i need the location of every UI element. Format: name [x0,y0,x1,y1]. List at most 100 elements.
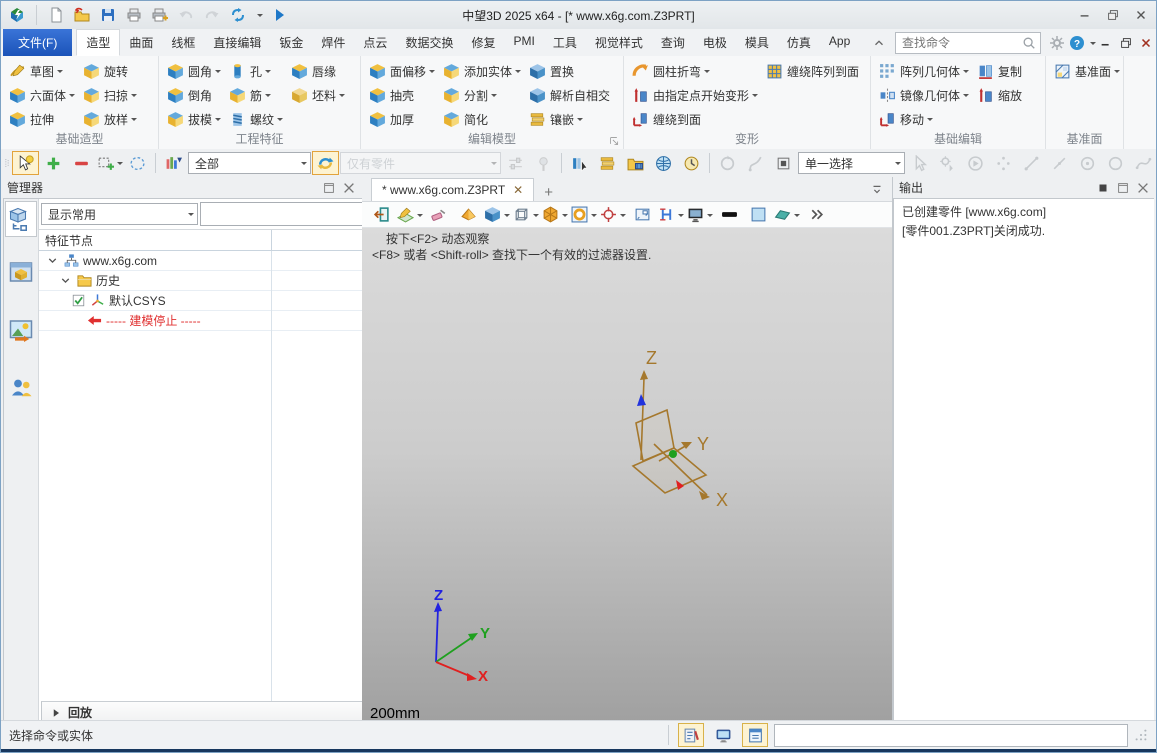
menu-tab-线框[interactable]: 线框 [162,29,204,56]
document-tab[interactable]: * www.x6g.com.Z3PRT ✕ [371,178,534,201]
pick-global[interactable] [650,151,677,175]
part-filter-select[interactable]: 仅有零件 [340,152,501,174]
menu-tab-工具[interactable]: 工具 [544,29,586,56]
pin-filter[interactable] [530,151,557,175]
manager-tab-solid[interactable] [6,255,36,289]
view-orient-button[interactable] [542,203,568,227]
range-filter[interactable] [502,151,529,175]
sel-segment[interactable] [1046,151,1073,175]
filter-scope-select[interactable]: 全部 [188,152,311,174]
ribbon-item-添加实体[interactable]: 添加实体 [439,59,525,83]
tree-expand-icon[interactable] [58,273,73,288]
section-view-button[interactable] [571,203,597,227]
menu-tab-修复[interactable]: 修复 [462,29,504,56]
ribbon-item-扫掠[interactable]: 扫掠 [79,83,141,107]
app-logo[interactable] [7,5,27,25]
ribbon-item-镶嵌[interactable]: 镶嵌 [525,107,614,131]
model-canvas[interactable]: 按下<F2> 动态观察 <F8> 或者 <Shift-roll> 查找下一个有效… [362,228,892,724]
qat-dropdown-caret[interactable] [257,14,263,20]
save-button[interactable] [98,5,118,25]
display-mode-button[interactable] [687,203,713,227]
pick-gallery[interactable] [622,151,649,175]
menu-tab-造型[interactable]: 造型 [76,29,120,56]
regen-button[interactable] [228,5,248,25]
open-button[interactable] [72,5,92,25]
sel-play[interactable] [962,151,989,175]
pick-last-1[interactable] [566,151,593,175]
edge-color-swatch[interactable] [716,203,742,227]
ribbon-item-六面体[interactable]: 六面体 [5,83,79,107]
ribbon-item-放样[interactable]: 放样 [79,107,141,131]
pick-history[interactable] [678,151,705,175]
ribbon-item-移动[interactable]: 移动 [875,107,973,131]
ribbon-item-缠绕到面[interactable]: 缠绕到面 [628,107,762,131]
tabbar-pin-icon[interactable] [870,182,884,196]
menu-tab-曲面[interactable]: 曲面 [120,29,162,56]
ribbon-item-筋[interactable]: 筋 [225,83,287,107]
sel-spline[interactable] [1130,151,1157,175]
ribbon-item-阵列几何体[interactable]: 阵列几何体 [875,59,973,83]
wireframe-display-button[interactable] [513,203,539,227]
toolbar-grip[interactable] [3,154,11,172]
entity-filter[interactable] [160,151,187,175]
ribbon-item-简化[interactable]: 简化 [439,107,525,131]
sel-settings[interactable] [934,151,961,175]
tree-column-header[interactable]: 特征节点 [39,230,362,251]
tree-row-历史[interactable]: 历史 [39,271,362,291]
new-document-tab-button[interactable]: + [534,184,563,201]
output-restore-button[interactable] [1116,181,1130,194]
pick-box[interactable] [770,151,797,175]
sel-cursor[interactable] [906,151,933,175]
ribbon-item-唇缘[interactable]: 唇缘 [287,59,349,83]
window-minimize-button[interactable] [1076,7,1094,23]
datum-button[interactable] [455,203,481,227]
status-doc-list-icon[interactable] [742,723,768,747]
menu-tab-点云[interactable]: 点云 [354,29,396,56]
ribbon-item-面偏移[interactable]: 面偏移 [365,59,439,83]
exit-button[interactable] [368,203,394,227]
window-close-button[interactable] [1132,7,1150,23]
ribbon-item-镜像几何体[interactable]: 镜像几何体 [875,83,973,107]
face-style-button[interactable] [774,203,800,227]
pick-tool[interactable] [12,151,39,175]
play-button[interactable] [269,5,289,25]
toolbar-overflow[interactable] [803,203,829,227]
ribbon-item-基准面[interactable]: 基准面 [1050,59,1124,83]
ribbon-item-缩放[interactable]: 缩放 [973,83,1026,107]
ribbon-item-加厚[interactable]: 加厚 [365,107,439,131]
manager-tab-role[interactable] [6,371,36,405]
menu-tab-模具[interactable]: 模具 [736,29,778,56]
shaded-display-button[interactable] [484,203,510,227]
ribbon-item-抽壳[interactable]: 抽壳 [365,83,439,107]
doc-close-button[interactable] [1136,33,1156,53]
help-icon[interactable]: ? [1067,33,1087,53]
ribbon-item-圆角[interactable]: 圆角 [163,59,225,83]
menu-tab-钣金[interactable]: 钣金 [270,29,312,56]
menu-tab-直接编辑[interactable]: 直接编辑 [204,29,270,56]
box-select[interactable] [96,151,123,175]
sel-circle[interactable] [1102,151,1129,175]
collapse-ribbon-icon[interactable] [869,33,889,53]
menu-tab-App[interactable]: App [820,29,859,56]
sel-line[interactable] [1018,151,1045,175]
tree-view-dropdown[interactable]: 显示常用 [41,203,198,225]
sel-points[interactable] [990,151,1017,175]
menu-tab-PMI[interactable]: PMI [504,29,543,56]
window-restore-button[interactable] [1104,7,1122,23]
undo-button[interactable] [176,5,196,25]
menu-tab-视觉样式[interactable]: 视觉样式 [586,29,652,56]
output-close-button[interactable] [1136,181,1150,194]
ribbon-item-坯料[interactable]: 坯料 [287,83,349,107]
ribbon-item-旋转[interactable]: 旋转 [79,59,141,83]
dialog-launcher[interactable] [608,135,620,147]
status-tool-list-icon[interactable] [678,723,704,747]
manager-close-button[interactable] [342,181,356,194]
ribbon-item-草图[interactable]: 草图 [5,59,79,83]
menu-tab-查询[interactable]: 查询 [652,29,694,56]
menu-tab-仿真[interactable]: 仿真 [778,29,820,56]
sketch-plane-button[interactable] [397,203,423,227]
status-monitor-icon[interactable] [710,723,736,747]
ribbon-item-拉伸[interactable]: 拉伸 [5,107,79,131]
ribbon-item-由指定点开始变形[interactable]: 由指定点开始变形 [628,83,762,107]
manager-restore-button[interactable] [322,181,336,194]
